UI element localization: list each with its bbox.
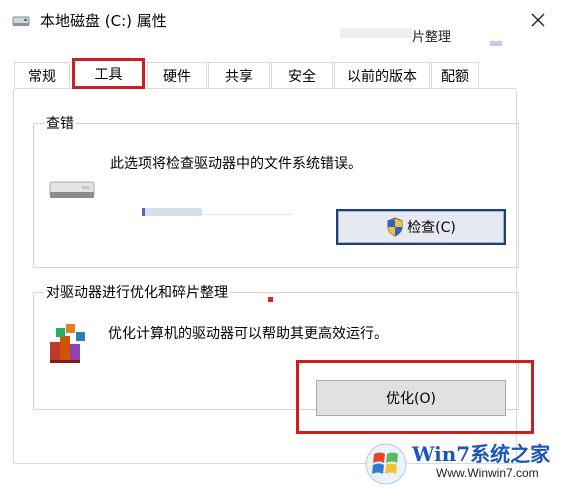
tab-hardware[interactable]: 硬件 xyxy=(147,62,207,88)
watermark-brand: Win7系统之家 xyxy=(412,442,551,466)
tab-label: 以前的版本 xyxy=(347,68,417,85)
title-bar: 本地磁盘 (C:) 属性 片整理 xyxy=(0,0,563,46)
background-window-fragment: 片整理 xyxy=(340,26,510,46)
watermark-url: Www.Winwin7.com xyxy=(436,466,539,480)
tab-label: 工具 xyxy=(94,66,123,83)
watermark: Win7系统之家 Www.Winwin7.com xyxy=(364,436,563,490)
windows-logo-icon xyxy=(365,443,407,485)
error-check-group xyxy=(33,123,519,268)
check-button[interactable]: 检查(C) xyxy=(336,209,506,245)
annotation-mark xyxy=(268,297,273,302)
close-button[interactable] xyxy=(518,4,558,36)
tab-quota[interactable]: 配额 xyxy=(431,62,479,88)
drive-icon xyxy=(49,181,95,198)
tab-label: 配额 xyxy=(441,68,469,85)
tab-sharing[interactable]: 共享 xyxy=(208,62,270,88)
optimize-highlight-box xyxy=(296,360,534,434)
drive-progress-bar xyxy=(142,208,292,216)
check-button-label: 检查(C) xyxy=(407,220,456,236)
tab-tools[interactable]: 工具 xyxy=(72,58,145,89)
optimize-group-title: 对驱动器进行优化和碎片整理 xyxy=(44,282,230,302)
window-title: 本地磁盘 (C:) 属性 xyxy=(40,12,167,30)
tab-label: 硬件 xyxy=(163,68,191,85)
uac-shield-icon xyxy=(387,217,403,237)
tab-previous-versions[interactable]: 以前的版本 xyxy=(334,62,430,88)
optimize-description: 优化计算机的驱动器可以帮助其更高效运行。 xyxy=(108,326,388,342)
tab-security[interactable]: 安全 xyxy=(271,62,333,88)
drive-title-icon xyxy=(12,16,30,26)
error-check-description: 此选项将检查驱动器中的文件系统错误。 xyxy=(110,156,362,172)
tab-general[interactable]: 常规 xyxy=(14,62,70,88)
defrag-icon xyxy=(50,324,85,363)
tab-label: 常规 xyxy=(28,68,56,85)
tab-label: 安全 xyxy=(288,68,316,85)
error-check-group-title: 查错 xyxy=(44,113,76,133)
tab-label: 共享 xyxy=(225,68,253,85)
close-icon xyxy=(531,13,545,27)
